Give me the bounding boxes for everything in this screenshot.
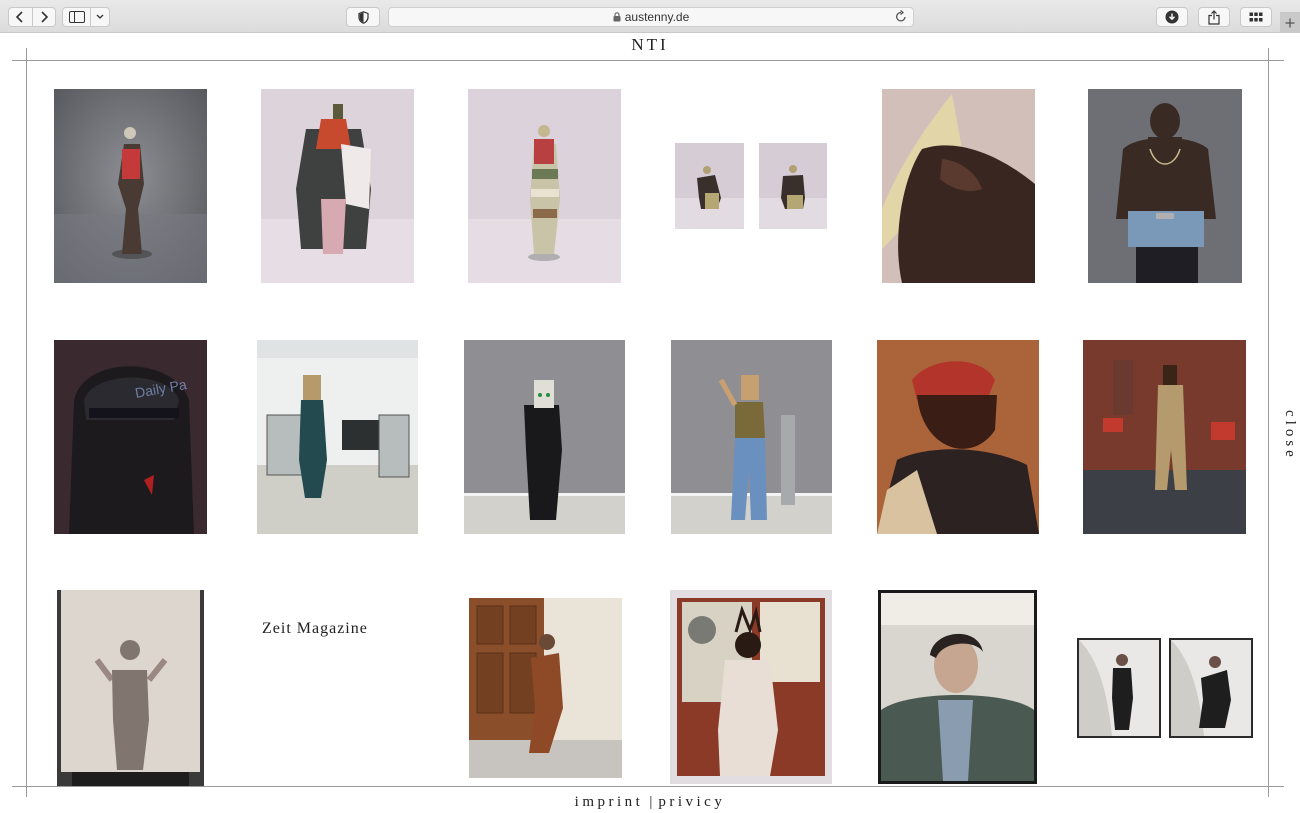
gallery-photo[interactable] (469, 598, 622, 778)
chevron-left-icon (16, 11, 23, 23)
frame-line-bottom (12, 786, 1284, 787)
url-display: austenny.de (389, 10, 913, 25)
imprint-link[interactable]: imprint (575, 794, 644, 811)
gallery-photo[interactable] (54, 89, 207, 283)
downloads-button[interactable] (1156, 7, 1188, 27)
chevron-right-icon (41, 11, 48, 23)
download-icon (1165, 10, 1179, 24)
site-logo[interactable]: NTI (600, 35, 700, 55)
gallery-photo[interactable] (882, 89, 1035, 283)
browser-toolbar: austenny.de (0, 0, 1300, 33)
gallery-photo[interactable] (1169, 638, 1253, 738)
gallery-photo[interactable] (1088, 89, 1242, 283)
url-text: austenny.de (624, 10, 690, 24)
photo-caption[interactable]: Zeit Magazine (262, 620, 368, 638)
gallery-photo[interactable] (675, 143, 744, 229)
chevron-down-icon (96, 14, 104, 19)
back-button[interactable] (9, 8, 32, 26)
reload-icon (895, 9, 906, 22)
share-icon (1208, 9, 1220, 25)
plus-icon (1285, 18, 1295, 27)
share-button[interactable] (1198, 7, 1230, 27)
frame-line-left (26, 48, 27, 797)
gallery-photo[interactable] (57, 590, 204, 786)
gallery-photo[interactable] (257, 340, 418, 534)
gallery-photo[interactable] (671, 340, 832, 534)
gallery-photo[interactable] (464, 340, 625, 534)
navigation-buttons (8, 7, 56, 27)
frame-line-right (1268, 48, 1269, 797)
gallery-photo[interactable] (670, 590, 832, 784)
footer-separator: | (649, 794, 653, 810)
sidebar-toggle-button[interactable] (62, 7, 110, 27)
address-bar[interactable]: austenny.de (388, 7, 914, 27)
gallery-photo[interactable] (468, 89, 621, 283)
frame-line-top (12, 60, 1284, 61)
privacy-link[interactable]: privicy (658, 794, 725, 811)
gallery-photo[interactable] (261, 89, 414, 283)
gallery-photo[interactable] (1077, 638, 1161, 738)
gallery-photo[interactable] (878, 590, 1037, 784)
lock-icon (613, 11, 621, 25)
new-tab-button[interactable] (1280, 12, 1300, 33)
gallery-photo[interactable] (1083, 340, 1246, 534)
gallery-photo[interactable] (759, 143, 827, 229)
forward-button[interactable] (31, 8, 56, 26)
gallery-photo[interactable]: Daily Pa (54, 340, 207, 534)
footer-links: imprint | privicy (460, 794, 840, 811)
tab-overview-button[interactable] (1240, 7, 1272, 27)
reload-button[interactable] (895, 9, 907, 28)
shield-icon (357, 10, 369, 24)
sidebar-icon (68, 11, 85, 23)
privacy-report-button[interactable] (346, 7, 380, 27)
tab-overview-icon (1249, 12, 1263, 22)
sidebar-menu-button[interactable] (90, 8, 109, 26)
close-link[interactable]: close (1278, 410, 1298, 461)
gallery-photo[interactable] (877, 340, 1039, 534)
